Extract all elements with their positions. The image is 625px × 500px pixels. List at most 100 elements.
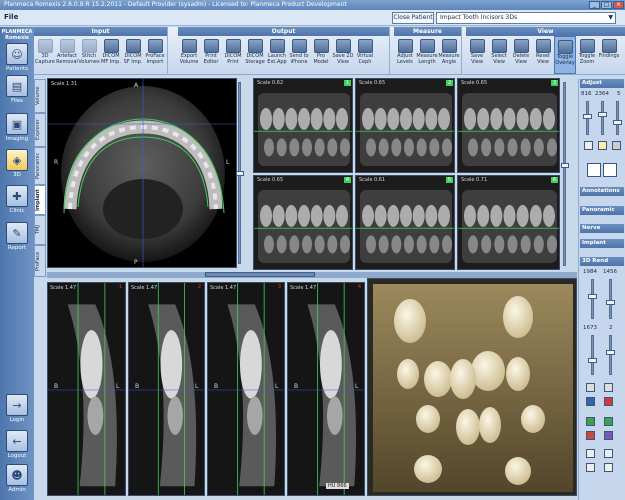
measure-angle-button[interactable]: Measure Angle [438, 36, 460, 74]
pro-model-button[interactable]: Pro Model [310, 36, 332, 74]
render-mode-icon[interactable] [586, 397, 595, 406]
render-color-icon[interactable] [604, 397, 613, 406]
maximize-icon[interactable]: □ [601, 1, 612, 9]
orient-back-icon[interactable] [604, 431, 613, 440]
axial-viewer[interactable]: Scale 1.31 A R L P [47, 78, 237, 268]
window-slider[interactable] [598, 101, 607, 135]
nerve-header[interactable]: Nerve [580, 224, 624, 233]
cross-view-1[interactable]: Scale 1.47 1 B L [47, 282, 126, 496]
stitch-volumes-button[interactable]: Stitch Volumes [78, 36, 100, 74]
3d-capture-button[interactable]: 3D Capture [34, 36, 56, 74]
nav-imaging[interactable]: ▣ Imaging [3, 113, 31, 142]
slider-knob[interactable] [583, 114, 592, 119]
dicom-print-button[interactable]: DICOM Print [222, 36, 244, 74]
tab-panoramic[interactable]: Panoramic [34, 147, 46, 185]
nav-logout[interactable]: ← Logout [3, 430, 31, 459]
tab-proface[interactable]: ProFace [34, 245, 46, 277]
reset-view-button[interactable]: Reset View [532, 36, 554, 74]
toggle-overlay-button[interactable]: Toggle Overlay [554, 36, 576, 74]
close-patient-button[interactable]: Close Patient [392, 12, 434, 24]
section-view-6[interactable]: Scale 0.71 6 [457, 175, 560, 270]
section-view-2[interactable]: Scale 0.65 2 [355, 78, 455, 173]
orient-top-icon[interactable] [586, 431, 595, 440]
delete-view-button[interactable]: Delete View [510, 36, 532, 74]
dicom-storage-button[interactable]: DICOM Storage [244, 36, 266, 74]
contrast-icon[interactable] [584, 141, 593, 150]
nav-admin[interactable]: ☻ Admin [3, 464, 31, 493]
gamma-slider[interactable] [613, 101, 622, 135]
close-icon[interactable]: × [613, 1, 624, 9]
virtual-ceph-button[interactable]: Virtual Ceph [354, 36, 376, 74]
slider-knob[interactable] [588, 294, 597, 299]
minimize-icon[interactable]: _ [589, 1, 600, 9]
nav-files[interactable]: ▤ Files [3, 75, 31, 104]
nav-report[interactable]: ✎ Report [3, 222, 31, 251]
patient-select[interactable]: Impact Tooth Incisors 3Ds ▼ [436, 12, 616, 24]
section-view-1[interactable]: Scale 0.62 1 [253, 78, 353, 173]
toggle-zoom-button[interactable]: Toggle Zoom [576, 36, 598, 74]
rend-slider-3[interactable] [588, 335, 597, 375]
snapshot-icon[interactable] [586, 449, 595, 458]
slider-knob[interactable] [613, 120, 622, 125]
rend-slider-2[interactable] [606, 279, 615, 319]
artefact-removal-button[interactable]: Artefact Removal [56, 36, 78, 74]
settings-icon[interactable] [604, 449, 613, 458]
cross-view-4[interactable]: Scale 1.47 4 B L HU 866 [287, 282, 365, 496]
print-icon[interactable] [586, 463, 595, 472]
section-view-3[interactable]: Scale 0.65 3 [457, 78, 560, 173]
section-view-4[interactable]: Scale 0.65 4 [253, 175, 353, 270]
nav-patients[interactable]: ☺ Patients [3, 43, 31, 72]
splitter-handle[interactable] [205, 272, 315, 277]
scroll-thumb[interactable] [236, 171, 244, 176]
level-slider[interactable] [583, 101, 592, 135]
dicom-sf-import-button[interactable]: DICOM SF Imp. [122, 36, 144, 74]
cross-view-2[interactable]: Scale 1.47 2 B L [128, 282, 205, 496]
axial-scrollbar[interactable] [236, 82, 244, 264]
section-view-5[interactable]: Scale 0.61 5 [355, 175, 455, 270]
brightness-icon[interactable] [598, 141, 607, 150]
tab-implant[interactable]: Implant [34, 185, 46, 215]
scroll-thumb[interactable] [561, 163, 569, 168]
launch-ext-app-button[interactable]: Launch Ext.App [266, 36, 288, 74]
adjust-header[interactable]: Adjust [580, 79, 624, 88]
implant-header[interactable]: Implant [580, 239, 624, 248]
adjust-levels-button[interactable]: Adjust Levels [394, 36, 416, 74]
tab-explorer[interactable]: Explorer [34, 113, 46, 147]
measure-length-button[interactable]: Measure Length [416, 36, 438, 74]
rend-slider-4[interactable] [606, 335, 615, 375]
tab-volume[interactable]: Volume [34, 79, 46, 113]
proface-import-button[interactable]: ProFace Import [144, 36, 166, 74]
sections-scrollbar[interactable] [561, 82, 569, 266]
slider-knob[interactable] [606, 350, 615, 355]
light-icon[interactable] [604, 383, 613, 392]
3d-rend-header[interactable]: 3D Rend [580, 257, 624, 266]
tab-tmj[interactable]: TMJ [34, 215, 46, 245]
select-view-button[interactable]: Select View [488, 36, 510, 74]
slider-knob[interactable] [598, 112, 607, 117]
save-2d-view-button[interactable]: Save 2D View [332, 36, 354, 74]
print-editor-button[interactable]: Print Editor [200, 36, 222, 74]
export-volume-button[interactable]: Export Volume [178, 36, 200, 74]
annotations-header[interactable]: Annotations [580, 187, 624, 196]
export-icon[interactable] [604, 463, 613, 472]
render-3d-viewer[interactable] [367, 278, 577, 496]
orient-front-icon[interactable] [586, 417, 595, 426]
clip-icon[interactable] [586, 383, 595, 392]
slider-knob[interactable] [588, 358, 597, 363]
save-view-button[interactable]: Save View [466, 36, 488, 74]
send-to-iphone-button[interactable]: Send to iPhone [288, 36, 310, 74]
nav-3d[interactable]: ◈ 3D [3, 149, 31, 178]
slider-knob[interactable] [606, 300, 615, 305]
findings-button[interactable]: Findings [598, 36, 620, 74]
orient-side-icon[interactable] [604, 417, 613, 426]
dicom-mf-import-button[interactable]: DICOM MF Imp. [100, 36, 122, 74]
skull-icon[interactable] [587, 163, 601, 177]
sharpen-icon[interactable] [612, 141, 621, 150]
nav-login[interactable]: → Login [3, 394, 31, 423]
file-menu[interactable]: File [4, 13, 18, 21]
tooth-icon[interactable] [603, 163, 617, 177]
rend-slider-1[interactable] [588, 279, 597, 319]
nav-clinic[interactable]: ✚ Clinic [3, 185, 31, 214]
cross-view-3[interactable]: Scale 1.47 3 B L [207, 282, 285, 496]
panoramic-header[interactable]: Panoramic [580, 206, 624, 215]
